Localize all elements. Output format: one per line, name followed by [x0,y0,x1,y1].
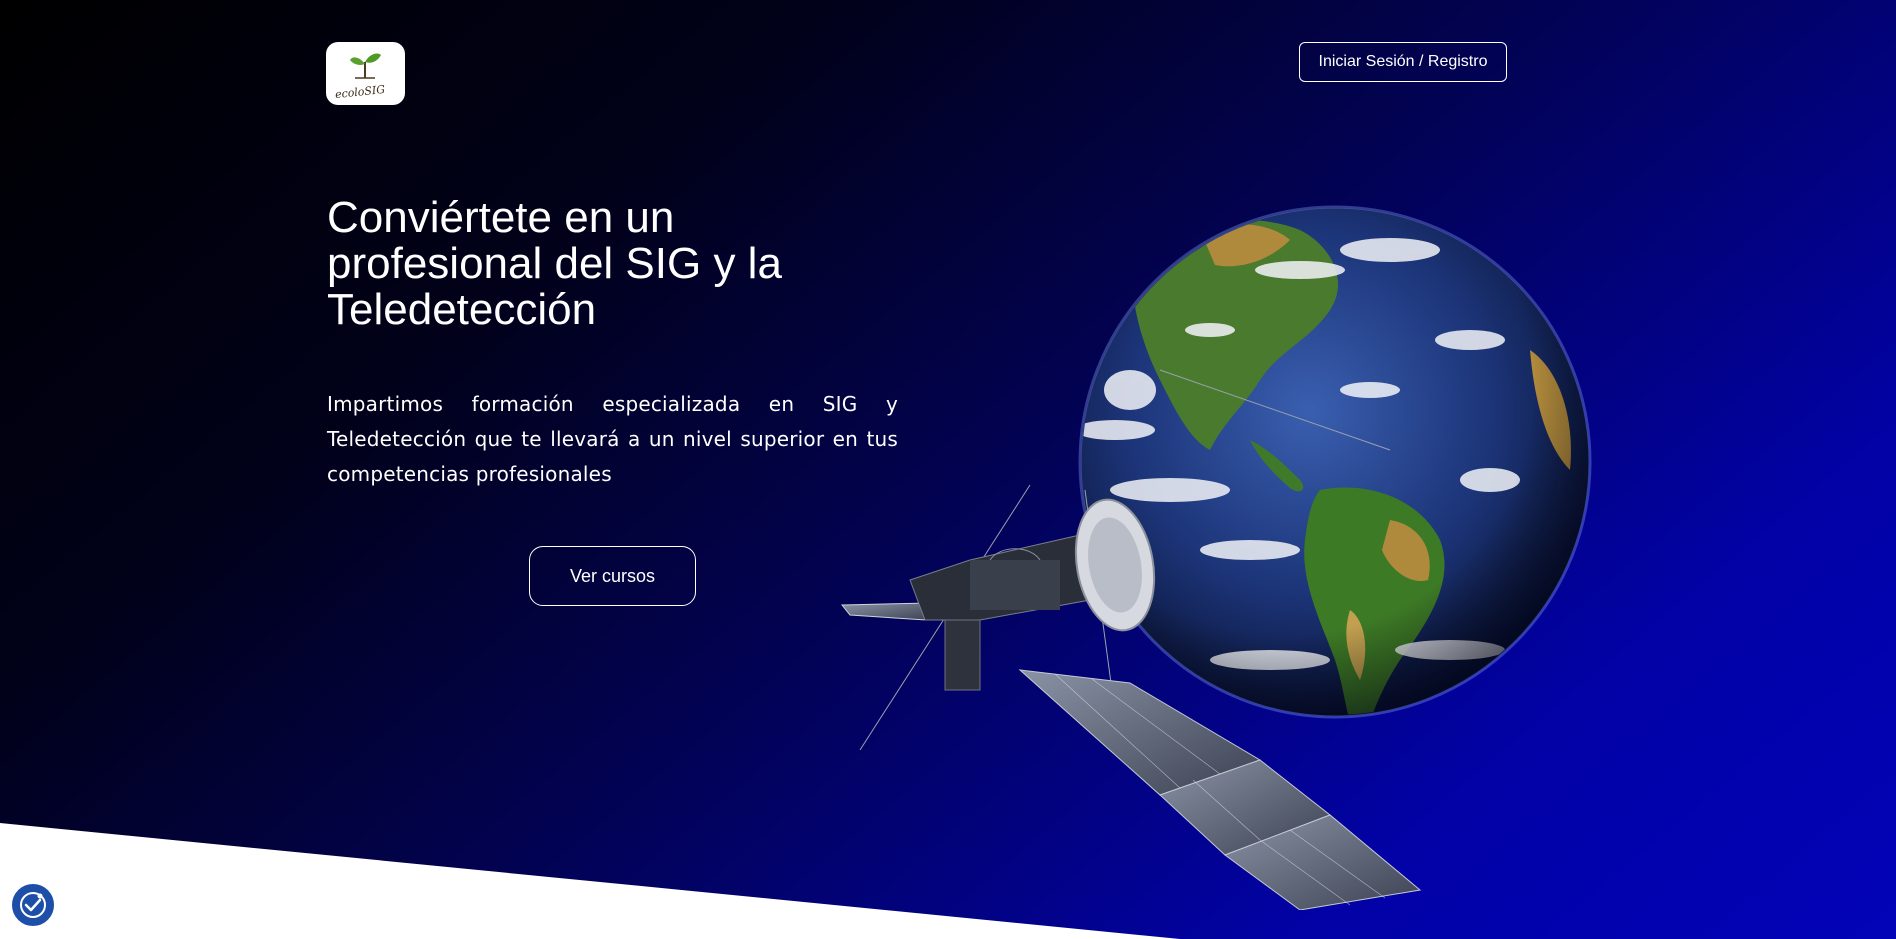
page-title: Conviértete en un profesional del SIG y … [327,193,782,334]
hero-description: Impartimos formación especializada en SI… [327,392,898,486]
logo[interactable]: ecoloSIG [326,42,405,105]
hero-section: ecoloSIG Iniciar Sesión / Registro Convi… [0,0,1896,939]
sprout-logo-icon: ecoloSIG [334,53,386,101]
accessibility-check-icon [20,892,46,918]
earth-satellite-illustration [840,205,1592,910]
login-register-button[interactable]: Iniciar Sesión / Registro [1299,42,1507,82]
earth-globe-image [1078,205,1592,719]
accessibility-button[interactable] [10,882,56,928]
view-courses-button[interactable]: Ver cursos [529,546,696,606]
svg-text:ecoloSIG: ecoloSIG [334,83,385,101]
